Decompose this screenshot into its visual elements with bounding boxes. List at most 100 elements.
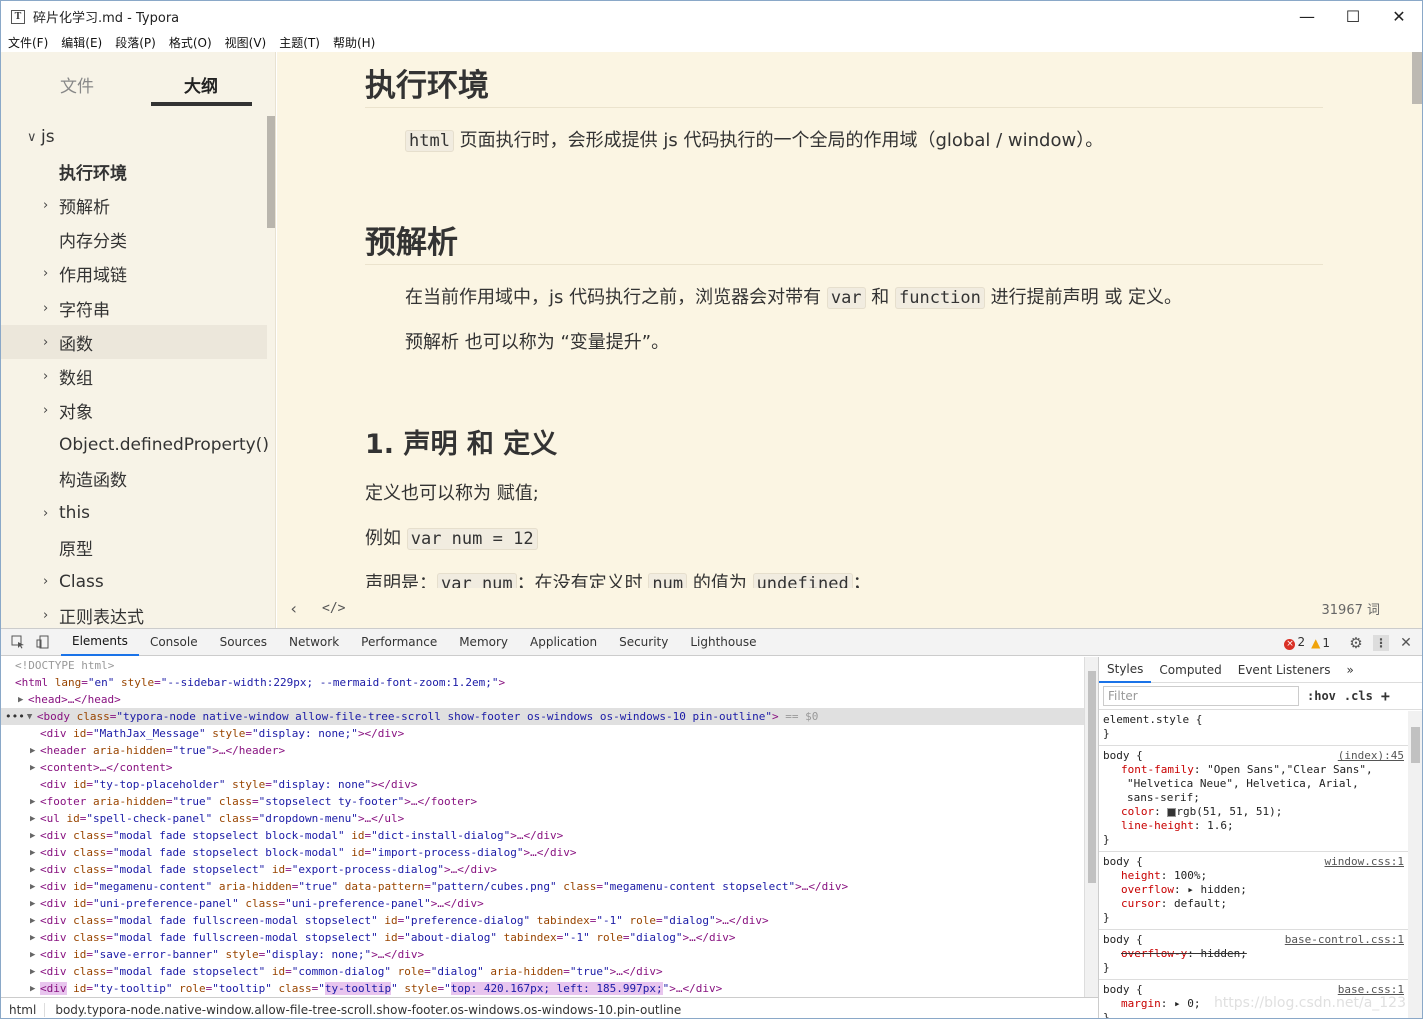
maximize-button[interactable]: ☐ [1330, 1, 1376, 32]
tree-row[interactable]: ▶ <footer aria-hidden="true" class="stops… [1, 793, 1084, 810]
css-property[interactable]: cursor: default; [1103, 897, 1418, 911]
tree-row[interactable]: ▶ <content>…</content> [1, 759, 1084, 776]
chevron-right-icon[interactable]: › [43, 301, 48, 316]
minimize-button[interactable]: — [1284, 1, 1330, 32]
css-property[interactable]: font-family: "Open Sans","Clear Sans", [1103, 763, 1418, 777]
outline-item[interactable]: 内存分类 [1, 223, 267, 257]
menu-paragraph[interactable]: 段落(P) [115, 34, 156, 51]
chevron-right-icon[interactable]: › [43, 369, 48, 384]
tree-row[interactable]: ▶ <div id="megamenu-content" aria-hidden=… [1, 878, 1084, 895]
css-rule[interactable]: body {base-control.css:1 overflow-y: hidd… [1099, 930, 1422, 980]
tree-row[interactable]: ▶ <div id="uni-preference-panel" class="u… [1, 895, 1084, 912]
expand-arrow-icon[interactable]: ▶ [30, 967, 40, 977]
rule-source-link[interactable]: (index):45 [1338, 749, 1404, 762]
rule-source-link[interactable]: base-control.css:1 [1285, 933, 1404, 946]
menu-theme[interactable]: 主题(T) [279, 34, 320, 51]
tab-styles[interactable]: Styles [1099, 657, 1152, 683]
back-icon[interactable]: ‹ [289, 599, 299, 618]
tree-row[interactable]: <html lang="en" style="--sidebar-width:2… [1, 674, 1084, 691]
expand-arrow-icon[interactable]: ▶ [30, 916, 40, 926]
css-rule[interactable]: body {(index):45 font-family: "Open Sans"… [1099, 746, 1422, 852]
tree-row[interactable]: ▶ <ul id="spell-check-panel" class="dropd… [1, 810, 1084, 827]
tree-row[interactable]: ▶ <div class="modal fade fullscreen-modal… [1, 912, 1084, 929]
styles-scrollbar[interactable] [1408, 711, 1422, 1018]
outline-item[interactable]: 构造函数 [1, 462, 267, 496]
close-window-button[interactable]: ✕ [1376, 1, 1422, 32]
tree-row[interactable]: ▶ <div class="modal fade stopselect" id="… [1, 963, 1084, 980]
outline-item[interactable]: › 作用域链 [1, 257, 267, 291]
tab-console[interactable]: Console [139, 629, 209, 656]
styles-scroll-thumb[interactable] [1411, 727, 1420, 763]
expand-arrow-icon[interactable]: ▶ [30, 933, 40, 943]
outline-item[interactable]: › this [1, 496, 267, 530]
tree-row[interactable]: ▶ <div class="modal fade stopselect block… [1, 827, 1084, 844]
property-value[interactable]: "Helvetica Neue", Helvetica, Arial, [1127, 777, 1359, 790]
expand-arrow-icon[interactable]: ▶ [30, 899, 40, 909]
chevron-right-icon[interactable]: › [43, 335, 48, 350]
chevron-right-icon[interactable]: › [43, 574, 48, 589]
chevron-down-icon[interactable]: ∨ [27, 130, 37, 145]
property-name[interactable]: overflow [1121, 883, 1174, 896]
property-value[interactable]: rgb(51, 51, 51); [1176, 805, 1282, 818]
tab-memory[interactable]: Memory [448, 629, 519, 656]
property-name[interactable]: line-height [1121, 819, 1194, 832]
tree-row[interactable]: ▶ <div class="modal fade fullscreen-modal… [1, 929, 1084, 946]
property-value[interactable]: 100%; [1174, 869, 1207, 882]
tree-row[interactable]: ▶ <head>…</head> [1, 691, 1084, 708]
expand-arrow-icon[interactable]: ▶ [30, 746, 40, 756]
tab-computed[interactable]: Computed [1151, 657, 1229, 683]
hover-state-button[interactable]: :hov [1307, 689, 1336, 703]
outline-item[interactable]: › 预解析 [1, 188, 267, 222]
error-count[interactable]: × 2 [1284, 635, 1305, 650]
property-name[interactable]: overflow-y [1121, 947, 1187, 960]
breadcrumb-html[interactable]: html [1, 1002, 46, 1017]
new-rule-button[interactable]: + [1381, 687, 1390, 705]
property-value[interactable]: ▸ 0; [1174, 997, 1201, 1010]
elements-tree[interactable]: <!DOCTYPE html> <html lang="en" style="-… [1, 657, 1084, 997]
tab-lighthouse[interactable]: Lighthouse [679, 629, 767, 656]
expand-arrow-icon[interactable]: ▶ [30, 984, 40, 994]
expand-arrow-icon[interactable]: ▶ [30, 848, 40, 858]
chevron-right-icon[interactable]: › [43, 266, 48, 281]
rule-source-link[interactable]: window.css:1 [1325, 855, 1404, 868]
breadcrumb-body[interactable]: body.typora-node.native-window.allow-fil… [45, 1003, 681, 1017]
tree-row-selected[interactable]: ••• ▼ <body class="typora-node native-wind… [1, 708, 1084, 725]
class-toggle-button[interactable]: .cls [1344, 689, 1373, 703]
menu-view[interactable]: 视图(V) [225, 34, 267, 51]
outline-item[interactable]: › 函数 [1, 325, 267, 360]
property-name[interactable]: font-family [1121, 763, 1194, 776]
settings-gear-icon[interactable]: ⚙ [1348, 634, 1364, 652]
chevron-right-icon[interactable]: › [43, 198, 48, 213]
property-name[interactable]: cursor [1121, 897, 1161, 910]
tree-row[interactable]: ▶ <header aria-hidden="true">…</header> [1, 742, 1084, 759]
css-property[interactable]: height: 100%; [1103, 869, 1418, 883]
property-name[interactable]: margin [1121, 997, 1161, 1010]
property-value[interactable]: "Open Sans","Clear Sans", [1207, 763, 1373, 776]
css-property[interactable]: sans-serif; [1103, 791, 1418, 805]
elements-scrollbar[interactable] [1084, 657, 1098, 997]
css-property[interactable]: "Helvetica Neue", Helvetica, Arial, [1103, 777, 1418, 791]
property-name[interactable]: height [1121, 869, 1161, 882]
expand-arrow-icon[interactable]: ▶ [30, 950, 40, 960]
expand-arrow-icon[interactable]: ▶ [30, 865, 40, 875]
tab-files[interactable]: 文件 [60, 72, 94, 97]
elements-scroll-thumb[interactable] [1088, 671, 1096, 883]
tab-performance[interactable]: Performance [350, 629, 448, 656]
tab-network[interactable]: Network [278, 629, 350, 656]
css-property[interactable]: overflow-y: hidden; [1103, 947, 1418, 961]
menu-format[interactable]: 格式(O) [169, 34, 212, 51]
tab-sources[interactable]: Sources [209, 629, 278, 656]
collapse-arrow-icon[interactable]: ▼ [27, 712, 37, 722]
property-value[interactable]: ▸ hidden; [1187, 883, 1247, 896]
close-devtools-icon[interactable]: ✕ [1398, 635, 1414, 651]
tree-row[interactable]: ▶ <div class="modal fade stopselect" id="… [1, 861, 1084, 878]
more-tabs-icon[interactable]: » [1338, 657, 1361, 683]
expand-arrow-icon[interactable]: ▶ [30, 763, 40, 773]
expand-arrow-icon[interactable]: ▶ [30, 797, 40, 807]
expand-arrow-icon[interactable]: ▶ [18, 695, 28, 705]
menu-edit[interactable]: 编辑(E) [61, 34, 102, 51]
outline-item[interactable]: › 字符串 [1, 291, 267, 325]
more-options-icon[interactable]: ⋮ [1373, 634, 1389, 651]
chevron-right-icon[interactable]: › [43, 403, 48, 418]
outline-item[interactable]: › Class [1, 564, 267, 598]
